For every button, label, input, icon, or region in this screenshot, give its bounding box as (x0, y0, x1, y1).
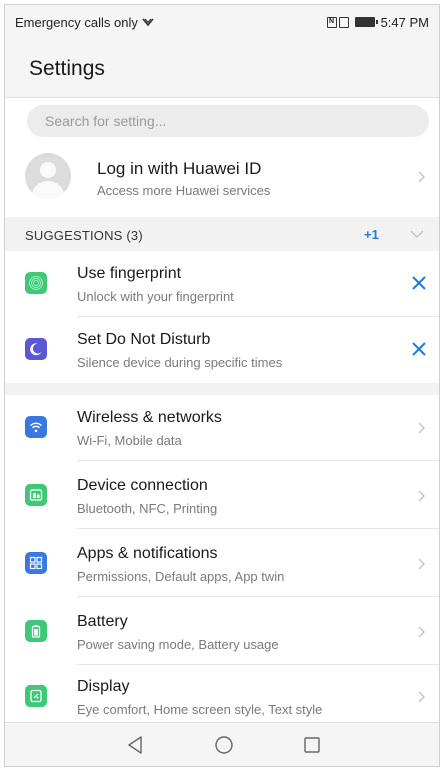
close-icon[interactable] (409, 273, 429, 293)
suggestion-title: Use fingerprint (77, 265, 182, 282)
status-time: 5:47 PM (380, 14, 429, 30)
status-right: N 5:47 PM (326, 14, 429, 30)
close-icon[interactable] (409, 339, 429, 359)
battery-status-icon (354, 17, 378, 27)
fingerprint-icon (25, 272, 47, 294)
row-divider (77, 460, 439, 461)
account-subtitle: Access more Huawei services (97, 183, 271, 198)
settings-item-subtitle: Permissions, Default apps, App twin (77, 569, 285, 584)
apps-grid-icon (25, 552, 47, 574)
settings-item-title: Wireless & networks (77, 409, 222, 426)
chevron-right-icon (418, 490, 425, 502)
chevron-right-icon (418, 691, 425, 703)
header: Settings (5, 39, 439, 97)
battery-icon (25, 620, 47, 642)
suggestions-header: SUGGESTIONS (3) +1 (5, 217, 439, 251)
suggestion-subtitle: Unlock with your fingerprint (77, 289, 234, 304)
moon-icon (25, 338, 47, 360)
carrier-text: Emergency calls only (15, 14, 138, 30)
settings-item-subtitle: Power saving mode, Battery usage (77, 637, 279, 652)
suggestion-fingerprint-row[interactable]: Use fingerprint Unlock with your fingerp… (5, 251, 439, 317)
avatar (25, 153, 71, 199)
chevron-right-icon (418, 558, 425, 570)
settings-item-subtitle: Wi-Fi, Mobile data (77, 433, 182, 448)
settings-item-apps-notifications[interactable]: Apps & notifications Permissions, Defaul… (5, 531, 439, 597)
settings-item-wireless-networks[interactable]: Wireless & networks Wi-Fi, Mobile data (5, 395, 439, 461)
chevron-down-icon[interactable] (410, 230, 424, 238)
status-bar: Emergency calls only N 5:47 PM (5, 5, 439, 39)
settings-item-title: Display (77, 678, 130, 695)
page-title: Settings (29, 57, 105, 80)
device-connection-icon (25, 484, 47, 506)
suggestion-do-not-disturb-row[interactable]: Set Do Not Disturb Silence device during… (5, 317, 439, 383)
settings-item-subtitle: Bluetooth, NFC, Printing (77, 501, 218, 516)
section-gap (5, 383, 439, 395)
settings-item-device-connection[interactable]: Device connection Bluetooth, NFC, Printi… (5, 463, 439, 529)
nfc-icon: N (326, 16, 349, 28)
display-icon (25, 685, 47, 707)
huawei-id-login-row[interactable]: Log in with Huawei ID Access more Huawei… (5, 145, 439, 209)
suggestions-title: SUGGESTIONS (3) (25, 228, 143, 243)
settings-item-title: Battery (77, 613, 128, 630)
more-suggestions-count[interactable]: +1 (364, 227, 379, 242)
settings-item-battery[interactable]: Battery Power saving mode, Battery usage (5, 599, 439, 665)
chevron-right-icon (418, 171, 425, 183)
phone-screen: Emergency calls only N 5:47 PM Settings (4, 4, 440, 767)
recents-icon[interactable] (301, 734, 323, 756)
wifi-icon (25, 416, 47, 438)
account-title: Log in with Huawei ID (97, 159, 262, 178)
settings-item-title: Apps & notifications (77, 545, 218, 562)
header-divider (5, 97, 439, 98)
settings-item-title: Device connection (77, 477, 208, 494)
row-divider (77, 596, 439, 597)
search-input[interactable] (45, 113, 385, 129)
suggestion-subtitle: Silence device during specific times (77, 355, 283, 370)
home-icon[interactable] (213, 734, 235, 756)
settings-item-display[interactable]: Display Eye comfort, Home screen style, … (5, 664, 439, 730)
search-bar[interactable] (27, 105, 429, 137)
settings-item-subtitle: Eye comfort, Home screen style, Text sty… (77, 702, 323, 717)
suggestion-title: Set Do Not Disturb (77, 331, 211, 348)
back-icon[interactable] (125, 734, 147, 756)
chevron-right-icon (418, 422, 425, 434)
signal-icon (142, 18, 154, 27)
chevron-right-icon (418, 626, 425, 638)
navigation-bar (5, 722, 439, 766)
status-left: Emergency calls only (15, 15, 154, 30)
row-divider (77, 528, 439, 529)
